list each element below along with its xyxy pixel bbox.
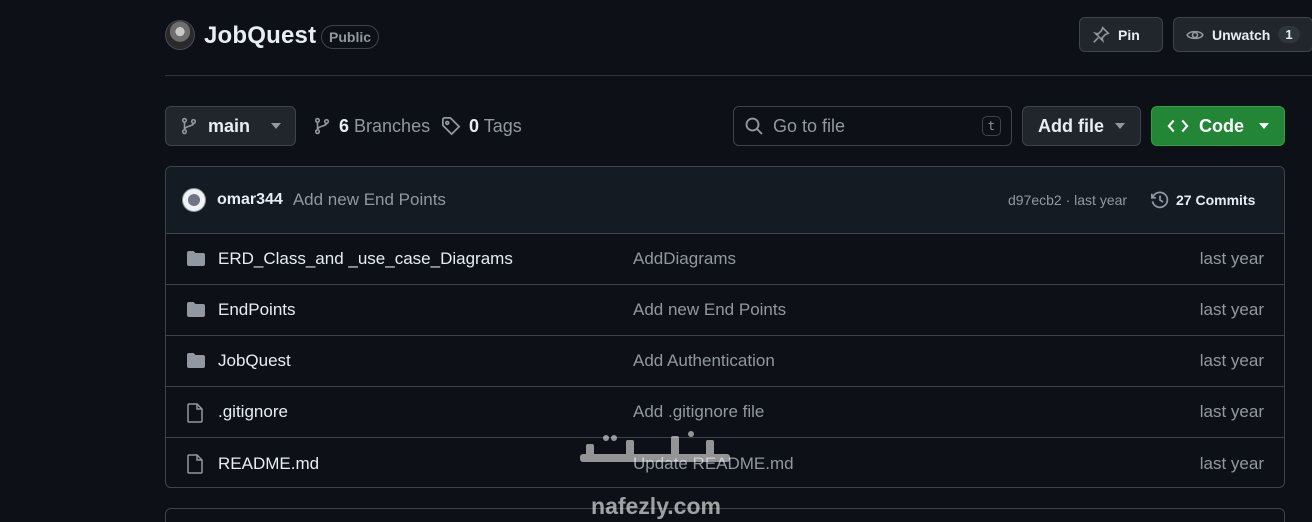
- commits-label: 27 Commits: [1176, 192, 1256, 208]
- branch-selector[interactable]: main: [165, 106, 296, 146]
- code-icon: [1167, 119, 1189, 133]
- file-listing: omar344 Add new End Points d97ecb2 · las…: [165, 166, 1285, 488]
- pin-button[interactable]: Pin: [1079, 17, 1163, 52]
- commit-author-avatar[interactable]: [182, 188, 206, 212]
- add-file-button[interactable]: Add file: [1022, 106, 1141, 146]
- file-commit-message[interactable]: Add Authentication: [633, 351, 775, 371]
- tags-link[interactable]: 0 Tags: [441, 106, 522, 146]
- go-to-file-input[interactable]: [773, 115, 973, 137]
- file-commit-message[interactable]: Add .gitignore file: [633, 402, 764, 422]
- file-commit-date: last year: [1199, 300, 1264, 319]
- eye-icon: [1186, 30, 1204, 39]
- unwatch-button[interactable]: Unwatch 1: [1173, 17, 1312, 52]
- file-commit-date: last year: [1199, 402, 1264, 421]
- file-commit-message[interactable]: Add new End Points: [633, 300, 786, 320]
- owner-avatar[interactable]: [165, 20, 195, 50]
- tags-count: 0: [469, 115, 480, 136]
- file-name[interactable]: ERD_Class_and _use_case_Diagrams: [218, 249, 513, 269]
- file-row[interactable]: ERD_Class_and _use_case_Diagrams AddDiag…: [166, 234, 1284, 285]
- tag-icon: [442, 117, 461, 136]
- code-label: Code: [1199, 115, 1244, 136]
- branch-icon: [181, 117, 197, 135]
- file-row[interactable]: README.md Update README.md last year: [166, 438, 1284, 487]
- branch-icon: [314, 117, 330, 135]
- code-button[interactable]: Code: [1151, 106, 1285, 146]
- visibility-badge: Public: [321, 25, 380, 49]
- file-commit-date: last year: [1199, 249, 1264, 268]
- search-icon: [745, 117, 763, 135]
- folder-icon: [187, 353, 205, 368]
- branches-count: 6: [339, 115, 350, 136]
- branches-label: Branches: [354, 115, 431, 136]
- file-name[interactable]: JobQuest: [218, 351, 291, 371]
- commit-hash-time[interactable]: d97ecb2 · last year: [1008, 192, 1127, 208]
- tags-label: Tags: [483, 115, 522, 136]
- pin-icon: [1092, 25, 1110, 43]
- history-icon: [1151, 191, 1169, 209]
- file-row[interactable]: .gitignore Add .gitignore file last year: [166, 387, 1284, 438]
- commit-author[interactable]: omar344: [217, 191, 283, 209]
- file-icon: [187, 454, 203, 474]
- branch-name: main: [208, 115, 251, 136]
- branches-link[interactable]: 6 Branches: [313, 106, 430, 146]
- file-row[interactable]: JobQuest Add Authentication last year: [166, 336, 1284, 387]
- go-to-file-search[interactable]: t: [733, 106, 1012, 146]
- commit-message[interactable]: Add new End Points: [293, 190, 446, 210]
- file-icon: [187, 403, 203, 423]
- chevron-down-icon: [1115, 123, 1125, 129]
- file-commit-message[interactable]: AddDiagrams: [633, 249, 736, 269]
- file-commit-message[interactable]: Update README.md: [633, 454, 794, 474]
- unwatch-label: Unwatch: [1212, 26, 1271, 43]
- repo-header: JobQuest Public Pin Unwatch 1: [165, 17, 1312, 76]
- file-commit-date: last year: [1199, 453, 1264, 473]
- add-file-label: Add file: [1038, 115, 1104, 136]
- file-commit-date: last year: [1199, 351, 1264, 370]
- commits-link[interactable]: 27 Commits: [1150, 190, 1255, 210]
- file-name[interactable]: EndPoints: [218, 300, 296, 320]
- pin-label: Pin: [1118, 26, 1140, 43]
- chevron-down-icon: [271, 123, 281, 129]
- readme-panel: [165, 508, 1285, 522]
- folder-icon: [187, 302, 205, 317]
- repo-name[interactable]: JobQuest: [204, 22, 316, 50]
- latest-commit-bar: omar344 Add new End Points d97ecb2 · las…: [166, 167, 1284, 234]
- file-name[interactable]: .gitignore: [218, 402, 288, 422]
- file-name[interactable]: README.md: [218, 454, 319, 474]
- folder-icon: [187, 251, 205, 266]
- file-row[interactable]: EndPoints Add new End Points last year: [166, 285, 1284, 336]
- watch-counter: 1: [1278, 26, 1300, 43]
- shortcut-hint: t: [981, 116, 1001, 136]
- repo-toolbar: main 6 Branches 0 Tags t Add file Code: [165, 106, 1285, 146]
- chevron-down-icon: [1259, 123, 1269, 129]
